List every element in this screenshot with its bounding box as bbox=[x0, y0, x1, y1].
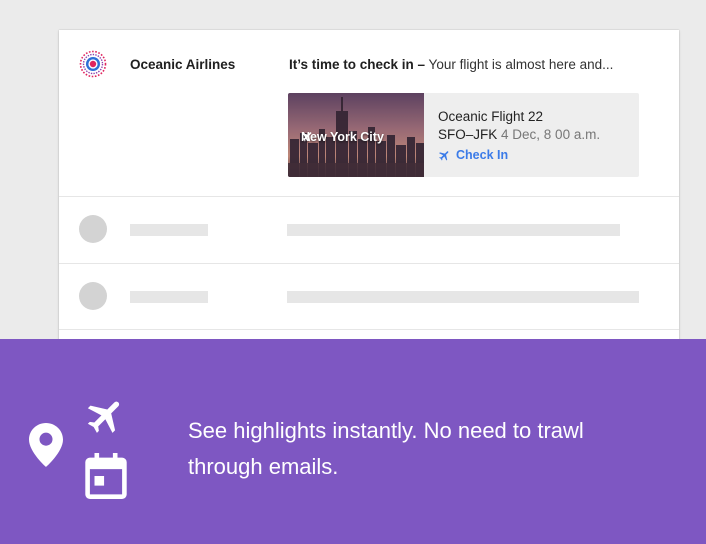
email-snippet: It’s time to check in – Your flight is a… bbox=[289, 57, 613, 72]
email-sender: Oceanic Airlines bbox=[130, 57, 236, 72]
flight-highlight-card[interactable]: New York City Oceanic Flight 22 SFO–JFK … bbox=[288, 93, 639, 177]
email-row-placeholder[interactable] bbox=[59, 263, 679, 330]
check-in-button[interactable]: Check In bbox=[438, 148, 508, 162]
email-list-card: Oceanic Airlines It’s time to check in –… bbox=[59, 30, 679, 350]
city-image: New York City bbox=[288, 93, 424, 177]
city-image-label: New York City bbox=[301, 130, 384, 144]
location-pin-icon bbox=[29, 423, 63, 467]
banner-text: See highlights instantly. No need to tra… bbox=[188, 418, 584, 479]
feature-banner: See highlights instantly. No need to tra… bbox=[0, 339, 706, 544]
sender-placeholder bbox=[130, 224, 208, 236]
flight-route: SFO–JFK bbox=[438, 127, 498, 142]
email-row-placeholder[interactable] bbox=[59, 196, 679, 264]
email-preview: Your flight is almost here and... bbox=[425, 57, 614, 72]
email-subject: It’s time to check in – bbox=[289, 57, 426, 72]
snippet-placeholder bbox=[287, 224, 620, 236]
sender-placeholder bbox=[130, 291, 208, 303]
avatar-placeholder bbox=[79, 215, 107, 243]
flight-title: Oceanic Flight 22 bbox=[438, 109, 544, 124]
avatar-placeholder bbox=[79, 282, 107, 310]
flight-route-line: SFO–JFK 4 Dec, 8 00 a.m. bbox=[438, 127, 600, 142]
calendar-icon bbox=[85, 453, 127, 499]
check-in-label: Check In bbox=[456, 148, 509, 162]
airplane-icon bbox=[439, 150, 449, 160]
email-row-oceanic[interactable]: Oceanic Airlines It’s time to check in –… bbox=[59, 30, 679, 197]
flight-date: 4 Dec, 8 00 a.m. bbox=[501, 127, 601, 142]
airplane-icon bbox=[302, 132, 312, 142]
airplane-icon bbox=[87, 401, 120, 433]
airline-logo-icon bbox=[79, 50, 107, 78]
snippet-placeholder bbox=[287, 291, 639, 303]
